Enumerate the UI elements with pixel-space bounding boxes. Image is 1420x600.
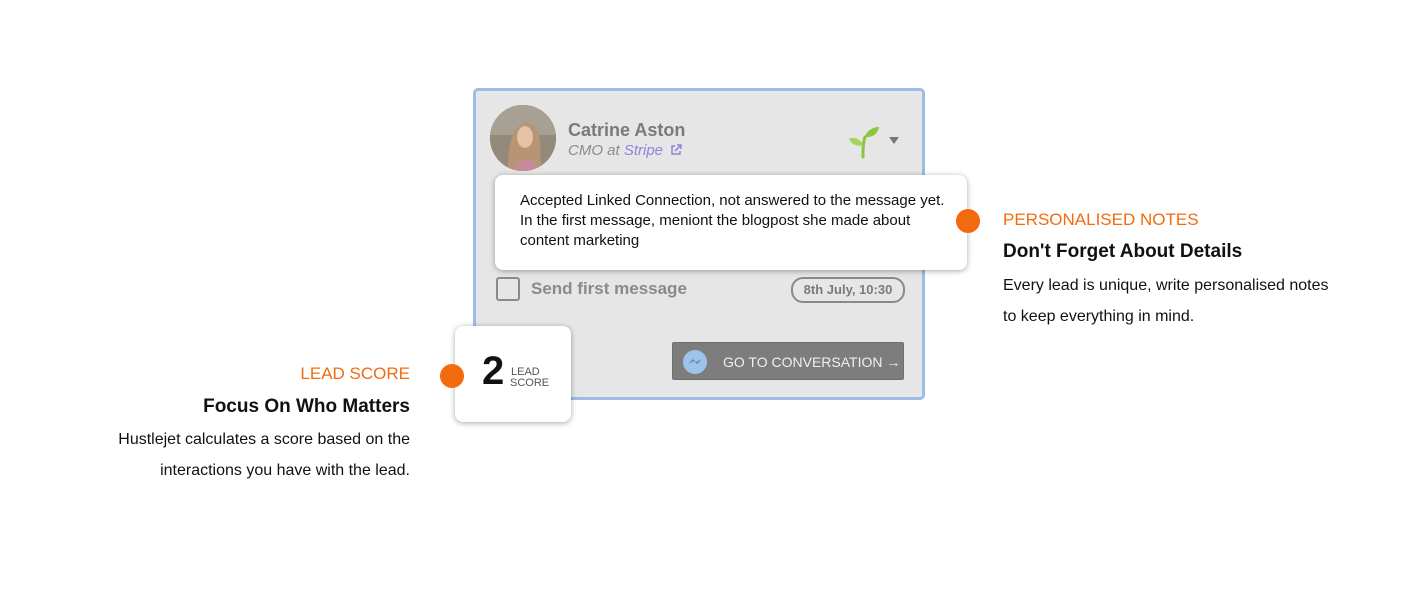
task-checkbox[interactable] [496,277,520,301]
company-link[interactable]: Stripe [624,142,663,159]
lead-role: CMO at Stripe [568,142,682,159]
go-to-conversation-label: GO TO CONVERSATION → [723,354,901,370]
lead-name: Catrine Aston [568,120,686,140]
page: Catrine Aston CMO at Stripe Send first m… [0,0,1420,600]
messenger-icon [683,350,707,374]
lead-score-label-line2: SCORE [510,377,550,389]
external-link-icon[interactable] [670,144,682,156]
task-date-badge: 8th July, 10:30 [791,277,905,303]
personal-note[interactable]: Accepted Linked Connection, not answered… [495,175,967,270]
note-text: Accepted Linked Connection, not answered… [520,192,945,249]
lead-score-box: 2 LEAD SCORE [455,326,571,422]
score-callout-description: Hustlejet calculates a score based on th… [118,431,410,479]
lead-score-value: 2 [482,349,505,393]
task-label: Send first message [531,279,687,298]
notes-callout-title: Don't Forget About Details [1003,241,1243,262]
notes-callout-tag: PERSONALISED NOTES [1003,210,1199,229]
role-prefix: CMO at [568,142,624,159]
avatar [490,105,556,171]
score-callout-tag: LEAD SCORE [300,364,410,383]
notes-callout-description: Every lead is unique, write personalised… [1003,277,1329,325]
score-callout-title: Focus On Who Matters [203,396,410,417]
notes-callout-dot [956,209,980,233]
go-to-conversation-button[interactable]: GO TO CONVERSATION → [672,342,904,380]
score-callout-dot [440,364,464,388]
chevron-down-icon[interactable] [889,137,899,144]
lead-score-label: LEAD SCORE [510,367,554,389]
sprout-icon[interactable] [847,125,881,159]
